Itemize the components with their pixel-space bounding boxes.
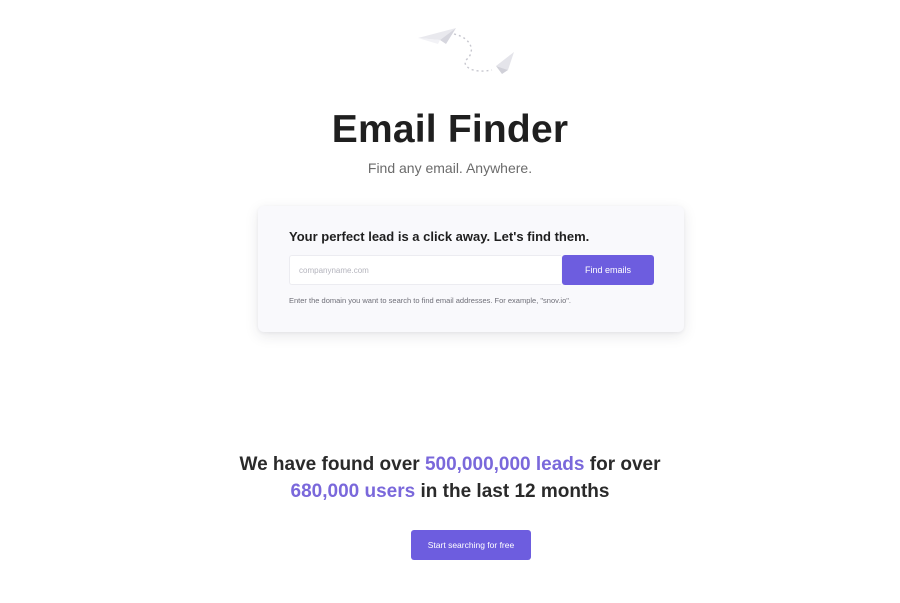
stats-line-1-suffix: for over xyxy=(584,454,661,475)
flight-path xyxy=(453,33,493,72)
start-searching-button[interactable]: Start searching for free xyxy=(411,530,531,560)
paper-plane-left xyxy=(418,28,456,44)
page-title: Email Finder xyxy=(331,108,569,151)
search-card-heading: Your perfect lead is a click away. Let's… xyxy=(289,229,590,244)
stats-users-count: 680,000 users xyxy=(290,481,416,502)
domain-search-input[interactable] xyxy=(289,255,561,285)
stats-leads-count: 500,000,000 leads xyxy=(424,454,585,475)
page: Email Finder Find any email. Anywhere. Y… xyxy=(0,0,900,603)
page-subtitle: Find any email. Anywhere. xyxy=(367,160,533,176)
stats-line-2-suffix: in the last 12 months xyxy=(415,481,610,502)
search-helper-text: Enter the domain you want to search to f… xyxy=(289,296,571,305)
paper-plane-icon xyxy=(418,28,514,74)
paper-plane-right xyxy=(496,52,514,74)
stats-line-1-prefix: We have found over xyxy=(239,454,425,475)
search-card: Your perfect lead is a click away. Let's… xyxy=(258,206,684,332)
stats-line-2: 680,000 users in the last 12 months xyxy=(0,481,900,503)
find-emails-button[interactable]: Find emails xyxy=(562,255,654,285)
stats-line-1: We have found over 500,000,000 leads for… xyxy=(0,454,900,476)
